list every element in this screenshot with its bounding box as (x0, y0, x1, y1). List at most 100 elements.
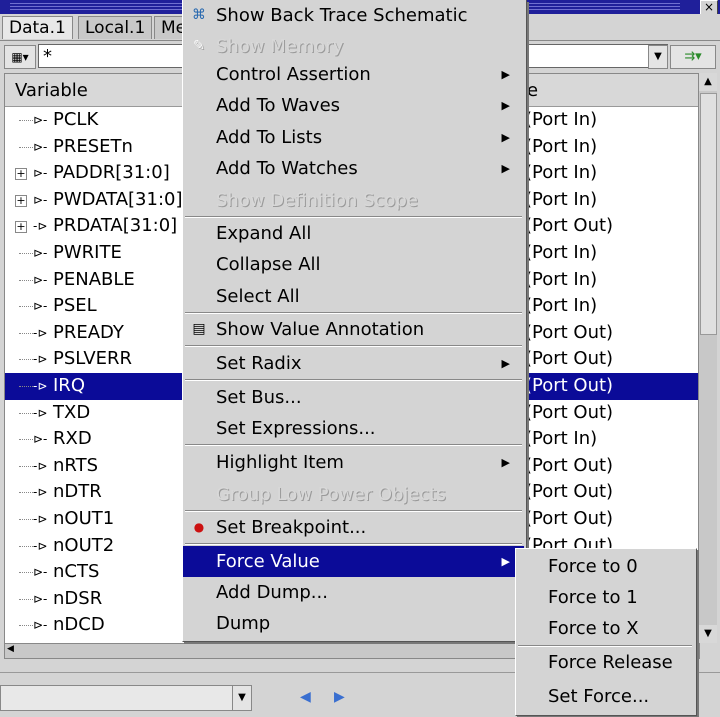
variable-kind: (Port Out) (525, 454, 614, 476)
column-header-variable[interactable]: Variable (15, 80, 88, 101)
variable-name: nDSR (53, 587, 103, 609)
tree-line (19, 479, 33, 494)
port-in-icon: ⊳- (33, 139, 48, 154)
port-out-icon: -⊳ (33, 379, 48, 393)
port-in-icon: ⊳- (33, 246, 48, 260)
menu-item-label: Force Value (216, 551, 320, 572)
scroll-thumb[interactable] (700, 93, 717, 335)
variable-kind: (Port Out) (525, 375, 614, 396)
submenu-item-force-to-1[interactable]: Force to 1 (516, 582, 694, 614)
tree-line (19, 559, 33, 574)
bottom-combo-dropdown[interactable]: ▼ (232, 685, 252, 711)
menu-item-add-to-watches[interactable]: Add To Watches ▶ (183, 153, 524, 184)
menu-item-add-to-lists[interactable]: Add To Lists ▶ (183, 122, 524, 153)
menu-item-add-to-waves[interactable]: Add To Waves ▶ (183, 90, 524, 121)
menu-item-label: Show Back Trace Schematic (216, 5, 468, 26)
previous-arrow-icon[interactable]: ◀ (300, 689, 311, 705)
menu-item-label: Show Value Annotation (216, 319, 425, 340)
menu-item-label: Set Bus... (216, 387, 302, 408)
variable-name: IRQ (53, 375, 85, 396)
close-button[interactable]: × (700, 0, 718, 15)
menu-item-dump[interactable]: Dump (183, 608, 524, 639)
menu-item-force-value[interactable]: Force Value ▶ (183, 546, 524, 577)
filter-dropdown-button[interactable]: ▼ (648, 45, 668, 69)
menu-item-label: Dump (216, 613, 271, 634)
tree-line (19, 320, 33, 334)
submenu-item-force-release[interactable]: Force Release (516, 647, 694, 679)
next-arrow-icon[interactable]: ▶ (334, 689, 345, 705)
expand-icon[interactable]: + (15, 194, 27, 207)
tree-line (19, 612, 33, 627)
submenu-item-force-to-0[interactable]: Force to 0 (516, 551, 694, 583)
menu-item-label: Show Definition Scope (216, 190, 419, 211)
filter-options-button[interactable]: ⇉▾ (670, 45, 716, 69)
submenu-item-set-force[interactable]: Set Force... (516, 681, 694, 713)
menu-item-set-expressions[interactable]: Set Expressions... (183, 413, 524, 444)
scroll-down-icon[interactable]: ▼ (699, 625, 717, 643)
variable-kind: (Port In) (525, 242, 598, 263)
menu-item-label: Control Assertion (216, 64, 371, 85)
port-in-icon: ⊳- (33, 591, 48, 606)
menu-item-set-breakpoint[interactable]: ● Set Breakpoint... (183, 512, 524, 543)
column-menu-button[interactable]: ▦▾ (4, 45, 36, 69)
variable-kind: (Port In) (525, 135, 598, 157)
submenu-item-force-to-x[interactable]: Force to X (516, 613, 694, 645)
menu-item-label: Set Expressions... (216, 418, 376, 439)
column-header-kind[interactable]: e (527, 80, 538, 101)
submenu-item-label: Set Force... (548, 686, 650, 707)
tree-line (19, 533, 33, 547)
menu-item-show-back-trace-schematic[interactable]: ⌘ Show Back Trace Schematic (183, 0, 524, 31)
port-out-icon: -⊳ (33, 538, 48, 553)
port-in-icon: ⊳- (33, 565, 48, 580)
tree-line (19, 373, 33, 387)
tab-data[interactable]: Data.1 (2, 16, 73, 39)
submenu-arrow-icon: ▶ (501, 357, 510, 370)
vertical-scrollbar[interactable]: ▲ ▼ (698, 73, 717, 643)
submenu-arrow-icon: ▶ (501, 99, 510, 112)
submenu-item-label: Force Release (548, 652, 673, 673)
menu-item-show-value-annotation[interactable]: ▤ Show Value Annotation (183, 314, 524, 345)
schematic-icon: ⌘ (192, 7, 206, 23)
menu-item-set-bus[interactable]: Set Bus... (183, 382, 524, 413)
scroll-up-icon[interactable]: ▲ (699, 73, 717, 91)
submenu-item-label: Force to 1 (548, 587, 638, 608)
expand-icon[interactable]: + (15, 168, 27, 181)
tree-line (19, 586, 33, 600)
menu-item-collapse-all[interactable]: Collapse All (183, 249, 524, 280)
port-out-icon: -⊳ (33, 458, 48, 473)
tree-line (19, 426, 33, 441)
tab-local[interactable]: Local.1 (78, 16, 153, 39)
port-out-icon: -⊳ (33, 485, 48, 500)
menu-item-label: Add To Watches (216, 158, 358, 179)
menu-item-set-radix[interactable]: Set Radix ▶ (183, 348, 524, 379)
menu-item-label: Select All (216, 286, 300, 307)
submenu-item-label: Force to 0 (548, 556, 638, 577)
menu-item-label: Add Dump... (216, 582, 328, 603)
variable-kind: (Port In) (525, 295, 598, 317)
chevron-down-icon: ▼ (238, 692, 246, 703)
menu-item-add-dump[interactable]: Add Dump... (183, 577, 524, 608)
expand-icon[interactable]: + (15, 221, 27, 234)
scroll-left-icon[interactable]: ◀ (7, 644, 14, 654)
variable-kind: (Port In) (525, 268, 598, 290)
tree-line (19, 267, 33, 281)
tree-line (19, 506, 33, 520)
variable-name: nDTR (53, 481, 102, 503)
variable-name: TXD (53, 401, 91, 423)
menu-item-control-assertion[interactable]: Control Assertion ▶ (183, 59, 524, 90)
variable-kind: (Port In) (525, 428, 598, 450)
variable-name: nOUT1 (53, 508, 115, 529)
menu-item-label: Set Radix (216, 353, 302, 374)
tree-line (19, 453, 33, 467)
table-icon: ▦▾ (11, 50, 29, 64)
submenu-item-label: Force to X (548, 618, 639, 639)
variable-name: PREADY (53, 321, 124, 343)
menu-item-select-all[interactable]: Select All (183, 281, 524, 312)
variable-name: PWRITE (53, 242, 122, 263)
menu-item-highlight-item[interactable]: Highlight Item ▶ (183, 447, 524, 478)
variable-name: PSLVERR (53, 348, 133, 370)
variable-name: RXD (53, 428, 92, 450)
variable-name: PENABLE (53, 268, 135, 290)
menu-item-expand-all[interactable]: Expand All (183, 218, 524, 249)
bottom-combo-input[interactable] (0, 685, 234, 711)
